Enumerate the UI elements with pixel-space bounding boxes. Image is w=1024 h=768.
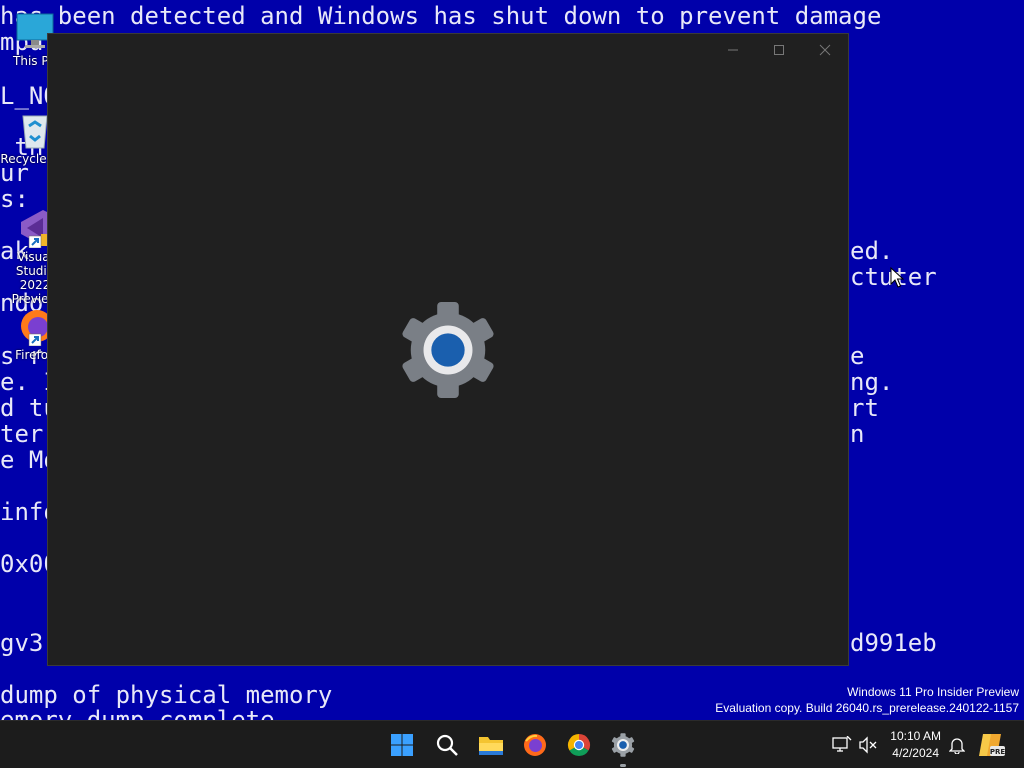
chrome-taskbar-button[interactable] (559, 727, 599, 763)
file-explorer-button[interactable] (471, 727, 511, 763)
start-button[interactable] (382, 727, 422, 763)
maximize-button[interactable] (756, 34, 802, 66)
evaluation-watermark: Windows 11 Pro Insider Preview Evaluatio… (715, 684, 1019, 716)
settings-window[interactable] (47, 33, 849, 666)
settings-taskbar-button[interactable] (603, 727, 643, 767)
clock-date: 4/2/2024 (892, 746, 939, 760)
bsod-line: ng. (850, 368, 894, 396)
clock[interactable]: 10:10 AM 4/2/2024 (890, 728, 941, 762)
watermark-line: Windows 11 Pro Insider Preview (847, 685, 1019, 699)
bsod-line: rt (850, 394, 879, 422)
bsod-line: n (850, 420, 865, 448)
taskbar: 10:10 AM 4/2/2024 PRE (0, 720, 1024, 768)
gear-icon (402, 301, 494, 399)
mouse-cursor-icon (890, 267, 904, 288)
maximize-icon (774, 45, 784, 55)
firefox-taskbar-button[interactable] (515, 727, 555, 763)
running-indicator (620, 764, 626, 767)
network-icon (832, 736, 852, 752)
bell-icon (949, 738, 965, 754)
network-status-button[interactable] (829, 727, 855, 763)
close-icon (819, 44, 831, 56)
notifications-button[interactable] (944, 727, 970, 763)
bsod-line: has been detected and Windows has shut d… (0, 2, 882, 30)
volume-muted-icon (859, 736, 877, 754)
search-button[interactable] (427, 727, 467, 763)
bsod-line: e (850, 342, 865, 370)
chrome-icon (567, 734, 591, 757)
close-button[interactable] (802, 34, 848, 66)
settings-gear-logo (399, 301, 497, 399)
firefox-icon (524, 734, 546, 756)
watermark-line: Evaluation copy. Build 26040.rs_prerelea… (715, 701, 1019, 715)
settings-icon (611, 733, 635, 757)
minimize-button[interactable] (710, 34, 756, 66)
pre-badge-text: PRE (990, 748, 1005, 756)
clock-time: 10:10 AM (890, 729, 941, 743)
copilot-button[interactable]: PRE (974, 727, 1008, 763)
bsod-line: d991eb (850, 629, 937, 657)
minimize-icon (728, 49, 738, 51)
start-icon (391, 734, 413, 756)
bsod-line: dump of physical memory (0, 681, 333, 709)
bsod-line: ed. (850, 237, 894, 265)
search-icon (436, 734, 458, 756)
copilot-icon: PRE (979, 734, 1005, 756)
file-explorer-icon (479, 737, 503, 755)
volume-button[interactable] (855, 727, 881, 763)
